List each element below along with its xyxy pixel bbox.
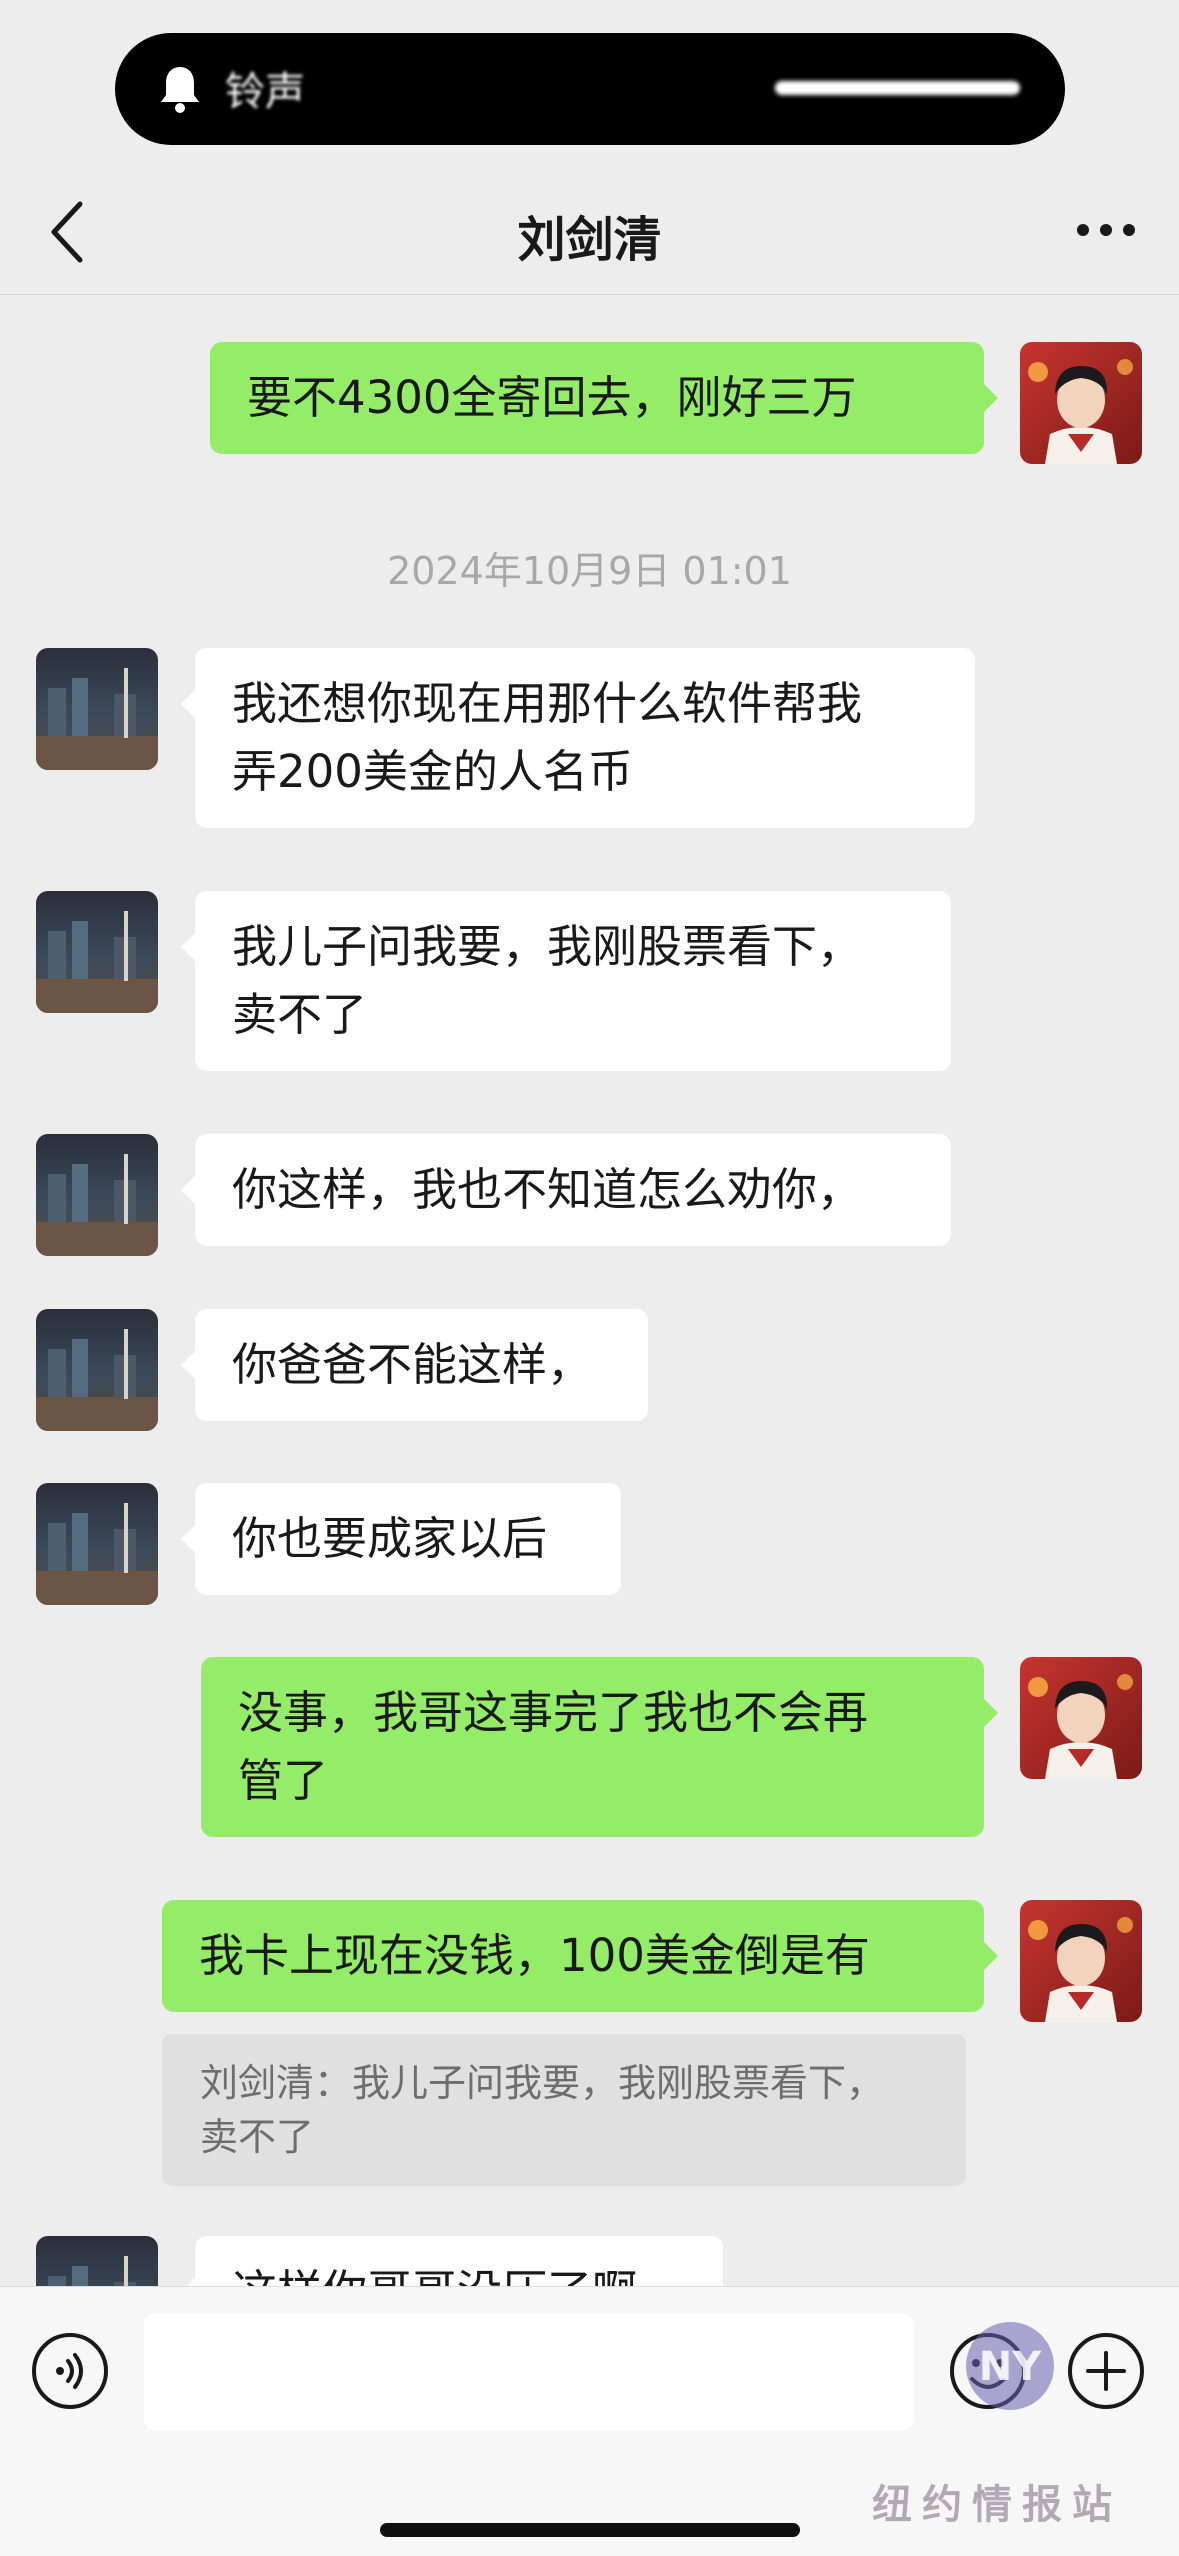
watermark-text: 纽约情报站	[872, 2482, 1122, 2528]
home-indicator[interactable]	[380, 2523, 800, 2537]
avatar-contact[interactable]	[36, 648, 158, 770]
avatar-self[interactable]	[1020, 1900, 1142, 2022]
message-bubble-outgoing[interactable]: 要不4300全寄回去，刚好三万	[210, 342, 998, 454]
notification-bar	[775, 81, 1020, 95]
chat-header: 刘剑清	[0, 170, 1179, 295]
message-bubble-incoming[interactable]: 你爸爸不能这样，	[181, 1309, 648, 1421]
message-bubble-incoming[interactable]: 我儿子问我要，我刚股票看下， 卖不了	[181, 891, 951, 1071]
message-bubble-incoming[interactable]: 你这样，我也不知道怎么劝你，	[181, 1134, 951, 1246]
avatar-contact[interactable]	[36, 2236, 158, 2286]
bell-icon	[161, 67, 199, 113]
avatar-self[interactable]	[1020, 342, 1142, 464]
message-bubble-incoming[interactable]: 我还想你现在用那什么软件帮我 弄200美金的人名币	[181, 648, 975, 828]
message-timestamp: 2024年10月9日 01:01	[387, 549, 792, 593]
watermark-logo: NY	[966, 2322, 1054, 2410]
message-bubble-incoming[interactable]: 这样你哥哥没压了啊	[181, 2236, 723, 2286]
avatar-self[interactable]	[1020, 1657, 1142, 1779]
dynamic-island-notification[interactable]: 铃声	[115, 33, 1065, 145]
avatar-contact[interactable]	[36, 1309, 158, 1431]
svg-text:NY: NY	[979, 2344, 1042, 2390]
avatar-contact[interactable]	[36, 891, 158, 1013]
plus-icon[interactable]	[1066, 2331, 1146, 2411]
message-bubble-outgoing[interactable]: 没事，我哥这事完了我也不会再 管了	[201, 1657, 998, 1837]
avatar-contact[interactable]	[36, 1483, 158, 1605]
status-bar: 铃声	[0, 0, 1179, 170]
message-bubble-incoming[interactable]: 你也要成家以后	[181, 1483, 621, 1595]
message-list[interactable]: 要不4300全寄回去，刚好三万 2024年10月9日 01:01 我还想你现在用…	[0, 296, 1179, 2286]
voice-icon[interactable]	[30, 2331, 110, 2411]
notification-text: 铃声	[225, 69, 305, 115]
message-input[interactable]	[144, 2313, 914, 2431]
more-dots-icon[interactable]	[1071, 200, 1141, 260]
avatar-contact[interactable]	[36, 1134, 158, 1256]
quoted-message[interactable]: 刘剑清：我儿子问我要，我刚股票看下， 卖不了	[162, 2034, 966, 2186]
message-bubble-outgoing[interactable]: 我卡上现在没钱，100美金倒是有	[162, 1900, 998, 2012]
chat-title: 刘剑清	[517, 212, 662, 268]
